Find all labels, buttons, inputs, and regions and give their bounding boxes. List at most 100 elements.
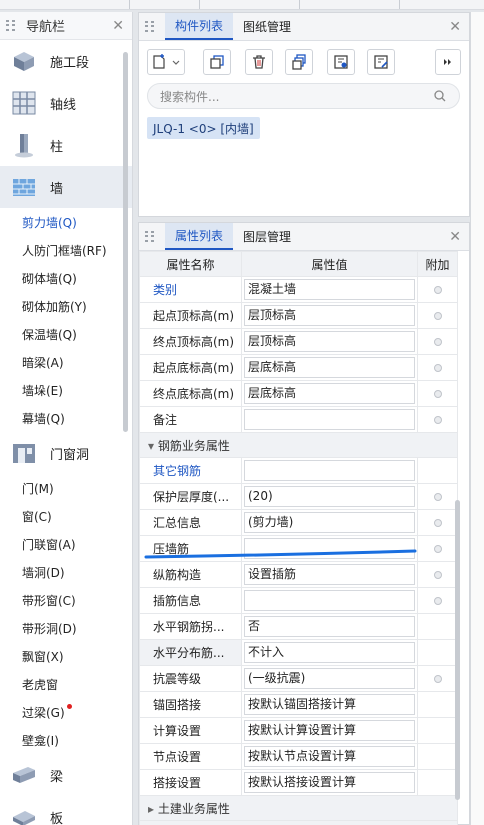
property-value-cell[interactable]: 按默认锚固搭接计算: [241, 691, 418, 718]
search-input[interactable]: 搜索构件...: [147, 83, 460, 109]
extra-checkbox[interactable]: [433, 389, 442, 398]
property-row[interactable]: 插筋信息: [139, 587, 458, 614]
property-row[interactable]: 终点顶标高(m) 层顶标高: [139, 328, 458, 355]
tab-layer-management[interactable]: 图层管理: [233, 223, 301, 250]
extra-checkbox[interactable]: [433, 570, 442, 579]
property-scrollbar[interactable]: [455, 500, 460, 800]
extra-checkbox[interactable]: [433, 674, 442, 683]
extra-checkbox[interactable]: [433, 596, 442, 605]
property-group-row[interactable]: ▸ 显示样式: [139, 820, 458, 825]
delete-component-button[interactable]: [245, 49, 273, 75]
nav-sub-item[interactable]: 幕墙(Q): [0, 404, 132, 432]
nav-category-door-window[interactable]: 门窗洞: [0, 432, 132, 474]
property-value-cell[interactable]: 设置插筋: [241, 561, 418, 588]
extra-checkbox[interactable]: [433, 285, 442, 294]
property-value[interactable]: 层底标高: [244, 383, 415, 404]
property-value[interactable]: 按默认节点设置计算: [244, 746, 415, 767]
nav-sub-item[interactable]: 带形洞(D): [0, 614, 132, 642]
property-value-cell[interactable]: 混凝土墙: [241, 276, 418, 303]
property-value[interactable]: [244, 590, 415, 611]
nav-sub-item[interactable]: 墙洞(D): [0, 558, 132, 586]
nav-sub-item[interactable]: 带形窗(C): [0, 586, 132, 614]
nav-sub-item[interactable]: 门联窗(A): [0, 530, 132, 558]
close-icon[interactable]: ✕: [449, 230, 461, 244]
new-component-button[interactable]: [147, 49, 185, 75]
property-value[interactable]: 按默认计算设置计算: [244, 720, 415, 741]
property-row[interactable]: 备注: [139, 406, 458, 433]
nav-category-axis[interactable]: 轴线: [0, 82, 132, 124]
property-row[interactable]: 保护层厚度(... (20): [139, 483, 458, 510]
property-row[interactable]: 压墙筋: [139, 535, 458, 562]
property-value[interactable]: 层顶标高: [244, 331, 415, 352]
nav-sub-item[interactable]: 砌体墙(Q): [0, 264, 132, 292]
property-row[interactable]: 节点设置 按默认节点设置计算: [139, 743, 458, 770]
property-row[interactable]: 其它钢筋: [139, 457, 458, 484]
property-group[interactable]: ▾ 钢筋业务属性: [139, 432, 458, 458]
property-value-cell[interactable]: 层顶标高: [241, 328, 418, 355]
nav-category-wall[interactable]: 墙: [0, 166, 132, 208]
extra-checkbox[interactable]: [433, 415, 442, 424]
property-value-cell[interactable]: 否: [241, 613, 418, 640]
more-tools-button[interactable]: [435, 49, 461, 75]
nav-sub-item[interactable]: 过梁(G): [0, 698, 132, 726]
property-value-cell[interactable]: 按默认搭接设置计算: [241, 769, 418, 796]
nav-scrollbar[interactable]: [123, 52, 128, 432]
drag-handle-icon[interactable]: [6, 19, 18, 32]
nav-sub-item[interactable]: 壁龛(I): [0, 726, 132, 754]
property-row[interactable]: 类别 混凝土墙: [139, 276, 458, 303]
property-value-cell[interactable]: 层底标高: [241, 380, 418, 407]
property-group[interactable]: ▸ 显示样式: [139, 820, 458, 825]
property-value-cell[interactable]: 不计入: [241, 639, 418, 666]
nav-sub-item[interactable]: 暗梁(A): [0, 348, 132, 376]
property-row[interactable]: 起点底标高(m) 层底标高: [139, 354, 458, 381]
property-row[interactable]: 抗震等级 (一级抗震): [139, 665, 458, 692]
property-value[interactable]: (剪力墙): [244, 512, 415, 533]
close-icon[interactable]: ✕: [449, 20, 461, 34]
extra-checkbox[interactable]: [433, 544, 442, 553]
property-value[interactable]: 否: [244, 616, 415, 637]
property-value[interactable]: 按默认搭接设置计算: [244, 772, 415, 793]
property-value[interactable]: 层顶标高: [244, 305, 415, 326]
property-value-cell[interactable]: 按默认节点设置计算: [241, 743, 418, 770]
extra-checkbox[interactable]: [433, 518, 442, 527]
property-value-cell[interactable]: [241, 457, 418, 484]
extra-checkbox[interactable]: [433, 337, 442, 346]
nav-sub-item[interactable]: 门(M): [0, 474, 132, 502]
nav-category-slab[interactable]: 板: [0, 796, 132, 825]
property-value-cell[interactable]: 层底标高: [241, 354, 418, 381]
tab-component-list[interactable]: 构件列表: [165, 13, 234, 40]
property-row[interactable]: 水平钢筋拐... 否: [139, 613, 458, 640]
property-value-cell[interactable]: (20): [241, 483, 418, 510]
nav-sub-item[interactable]: 保温墙(Q): [0, 320, 132, 348]
property-group-row[interactable]: ▾ 钢筋业务属性: [139, 432, 458, 458]
property-value[interactable]: 混凝土墙: [244, 279, 415, 300]
property-value[interactable]: (一级抗震): [244, 668, 415, 689]
nav-sub-item[interactable]: 老虎窗: [0, 670, 132, 698]
drag-handle-icon[interactable]: [145, 230, 157, 243]
property-value-cell[interactable]: (剪力墙): [241, 509, 418, 536]
property-value-cell[interactable]: [241, 587, 418, 614]
tab-property-list[interactable]: 属性列表: [165, 223, 234, 250]
property-row[interactable]: 起点顶标高(m) 层顶标高: [139, 302, 458, 329]
nav-sub-item[interactable]: 墙垛(E): [0, 376, 132, 404]
extra-checkbox[interactable]: [433, 363, 442, 372]
property-row[interactable]: 终点底标高(m) 层底标高: [139, 380, 458, 407]
property-value[interactable]: [244, 460, 415, 481]
edit-component-button[interactable]: [367, 49, 395, 75]
component-list-item[interactable]: JLQ-1 <0> [内墙]: [147, 117, 260, 139]
property-value[interactable]: [244, 409, 415, 430]
property-row[interactable]: 水平分布筋... 不计入: [139, 639, 458, 666]
nav-category-construction-section[interactable]: 施工段: [0, 40, 132, 82]
nav-sub-item[interactable]: 飘窗(X): [0, 642, 132, 670]
property-row[interactable]: 计算设置 按默认计算设置计算: [139, 717, 458, 744]
property-value-cell[interactable]: [241, 535, 418, 562]
close-icon[interactable]: ✕: [112, 19, 124, 33]
property-row[interactable]: 纵筋构造 设置插筋: [139, 561, 458, 588]
extra-checkbox[interactable]: [433, 492, 442, 501]
copy-component-button[interactable]: [203, 49, 231, 75]
property-row[interactable]: 搭接设置 按默认搭接设置计算: [139, 769, 458, 796]
nav-sub-item[interactable]: 剪力墙(Q): [0, 208, 132, 236]
property-group-row[interactable]: ▸ 土建业务属性: [139, 795, 458, 821]
property-value-cell[interactable]: (一级抗震): [241, 665, 418, 692]
property-value[interactable]: 层底标高: [244, 357, 415, 378]
